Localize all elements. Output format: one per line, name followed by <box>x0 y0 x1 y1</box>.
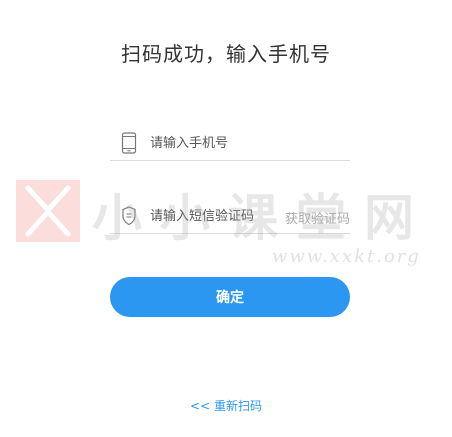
page-title: 扫码成功，输入手机号 <box>121 42 331 66</box>
shield-icon <box>121 205 137 227</box>
phone-icon <box>121 132 137 154</box>
sms-code-field[interactable]: 获取验证码 <box>110 203 350 234</box>
phone-field[interactable] <box>110 130 350 161</box>
phone-input[interactable] <box>150 130 345 156</box>
rescan-link[interactable]: << 重新扫码 <box>0 397 452 414</box>
sms-code-input[interactable] <box>150 203 270 229</box>
watermark-url: www.xxkt.org <box>272 246 421 267</box>
x-logo <box>16 180 80 242</box>
confirm-button[interactable]: 确定 <box>110 277 350 317</box>
get-code-button[interactable]: 获取验证码 <box>285 208 350 227</box>
